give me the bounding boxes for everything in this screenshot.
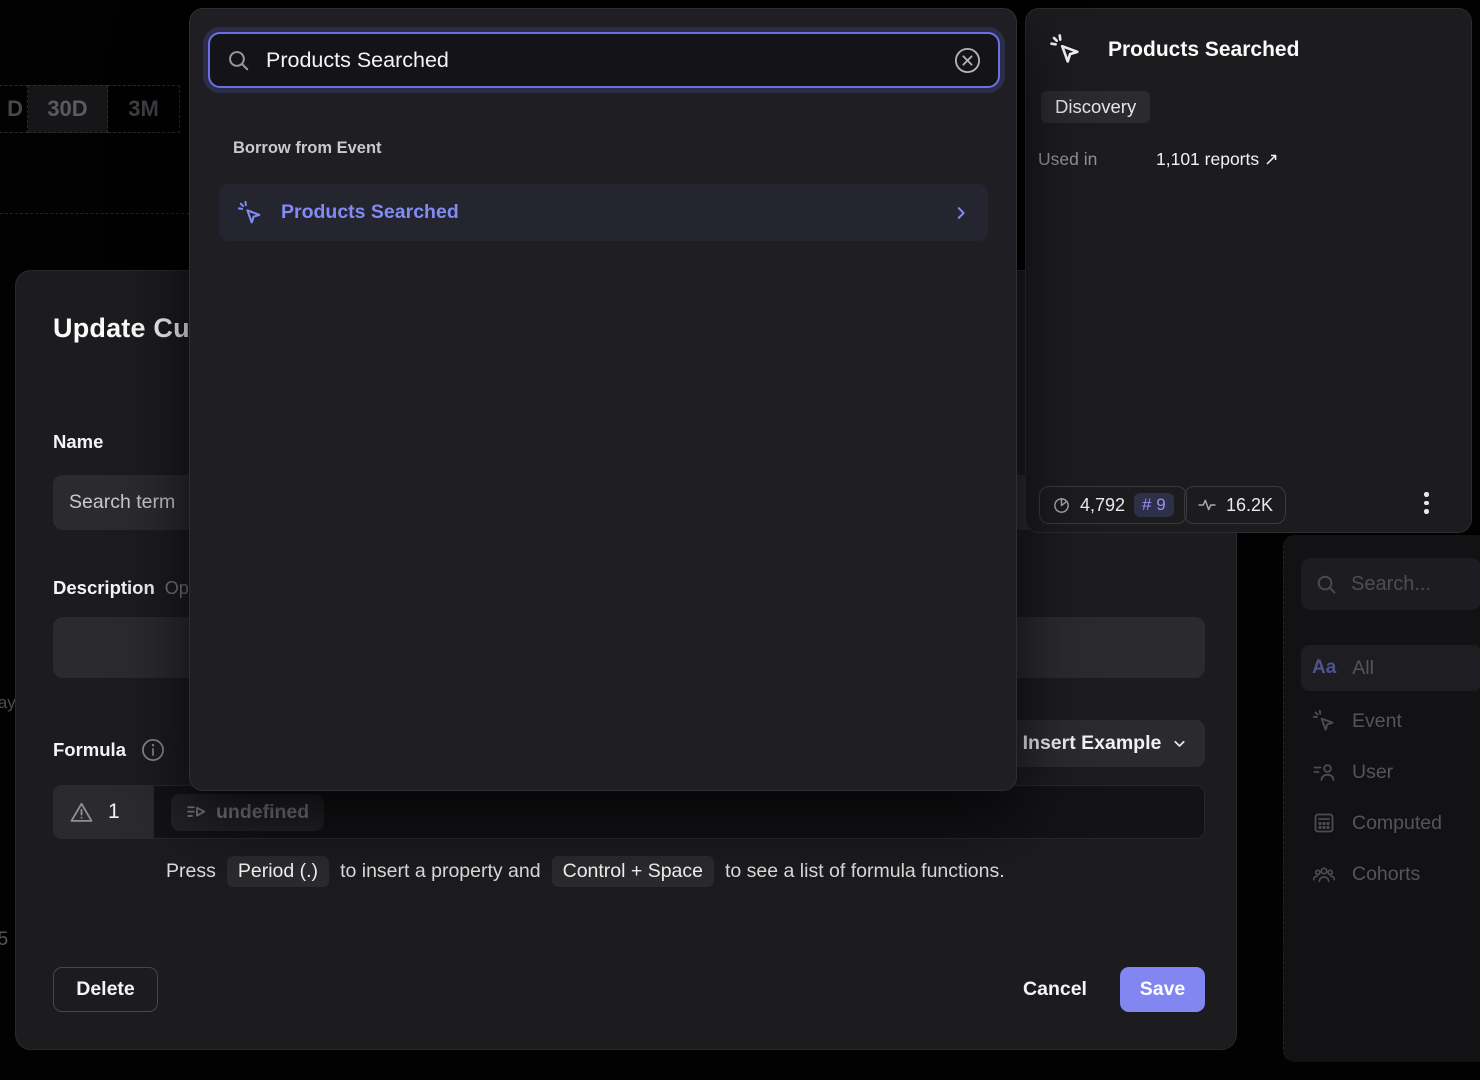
sidebar-filter-event[interactable]: Event: [1301, 698, 1480, 744]
used-in-count: 1,101 reports: [1156, 149, 1259, 169]
description-label: Description: [53, 577, 155, 598]
search-result-label: Products Searched: [281, 201, 934, 224]
hint-end: to see a list of formula functions.: [725, 860, 1005, 883]
search-icon: [226, 48, 251, 73]
event-info-card: Products Searched Discovery Used in 1,10…: [1025, 8, 1472, 533]
pie-chart-icon: [1052, 496, 1071, 515]
time-range-7d[interactable]: D: [0, 85, 28, 133]
more-options-button[interactable]: [1424, 492, 1429, 514]
event-volume-count: 16.2K: [1226, 495, 1273, 516]
formula-label: Formula: [53, 739, 126, 761]
sidebar-filter-computed[interactable]: Computed: [1301, 800, 1480, 846]
clear-search-icon[interactable]: [953, 46, 982, 75]
time-range-selector: D 30D 3M: [0, 85, 180, 133]
hint-press: Press: [166, 860, 216, 883]
info-icon[interactable]: [140, 737, 166, 763]
event-card-header: Products Searched: [1049, 33, 1299, 66]
formula-error-count: 1: [108, 800, 120, 824]
chevron-down-icon: [1171, 735, 1188, 752]
save-button[interactable]: Save: [1120, 967, 1205, 1012]
formula-chip-label: undefined: [216, 801, 309, 824]
borrow-from-event-label: Borrow from Event: [233, 139, 382, 158]
background-axis-fragment: 55: [0, 929, 8, 951]
event-card-title: Products Searched: [1108, 38, 1299, 62]
event-count-pill[interactable]: 4,792 # 9: [1039, 486, 1187, 524]
sidebar-filter-label: User: [1352, 761, 1393, 784]
used-in-label: Used in: [1038, 149, 1156, 170]
event-icon: [1049, 33, 1082, 66]
text-type-icon: Aa: [1312, 657, 1336, 679]
event-icon: [1312, 709, 1336, 733]
property-search-dropdown: Borrow from Event Products Searched: [189, 8, 1017, 791]
event-rank-badge: # 9: [1134, 493, 1174, 517]
sidebar-filter-label: Computed: [1352, 812, 1442, 835]
modal-title: Update Cu: [53, 313, 190, 344]
formula-input[interactable]: undefined: [153, 785, 1205, 839]
sidebar-filter-label: All: [1352, 657, 1374, 680]
insert-example-label: Insert Example: [1023, 732, 1162, 755]
used-in-row: Used in 1,101 reports ↗: [1038, 149, 1279, 170]
category-badge: Discovery: [1041, 91, 1150, 123]
event-total-count: 4,792: [1080, 495, 1125, 516]
kbd-period: Period (.): [227, 856, 329, 887]
search-icon: [1315, 573, 1338, 596]
background-text-fragment: lay: [0, 693, 16, 713]
formula-error-badge: 1: [53, 785, 153, 839]
formula-property-chip[interactable]: undefined: [171, 794, 324, 831]
external-link-arrow-icon: ↗: [1264, 149, 1279, 169]
sidebar-filter-label: Cohorts: [1352, 863, 1420, 886]
time-range-30d[interactable]: 30D: [28, 85, 108, 133]
warning-icon: [69, 800, 94, 825]
property-search-field[interactable]: [208, 32, 1000, 88]
insert-example-button[interactable]: Insert Example: [1006, 720, 1205, 767]
property-icon: [186, 802, 207, 823]
event-volume-pill[interactable]: 16.2K: [1184, 486, 1286, 524]
chevron-right-icon: [952, 204, 970, 222]
search-result-products-searched[interactable]: Products Searched: [219, 184, 988, 241]
cohorts-icon: [1312, 862, 1336, 886]
background-gridline: [0, 213, 189, 214]
delete-button[interactable]: Delete: [53, 967, 158, 1012]
formula-label-row: Formula: [53, 737, 166, 763]
sidebar-search-placeholder: Search...: [1351, 573, 1431, 596]
time-range-3m[interactable]: 3M: [108, 85, 180, 133]
sidebar-filter-user[interactable]: User: [1301, 749, 1480, 795]
calculator-icon: [1312, 811, 1336, 835]
hint-mid: to insert a property and: [340, 860, 541, 883]
search-input[interactable]: [266, 48, 938, 73]
event-icon: [237, 200, 263, 226]
sidebar-filter-cohorts[interactable]: Cohorts: [1301, 851, 1480, 897]
user-icon: [1312, 760, 1336, 784]
name-input-value: Search term: [69, 491, 175, 514]
screen: D 30D 3M lay 55 Update Cu Name Search te…: [0, 0, 1480, 1080]
sidebar-search-field[interactable]: Search...: [1301, 558, 1480, 610]
used-in-reports-link[interactable]: 1,101 reports ↗: [1156, 149, 1279, 170]
formula-hint: Press Period (.) to insert a property an…: [166, 856, 1005, 887]
cancel-button[interactable]: Cancel: [1010, 967, 1100, 1012]
name-label: Name: [53, 431, 103, 453]
activity-icon: [1197, 495, 1217, 515]
property-type-sidebar: Search... Aa All Event: [1283, 535, 1480, 1062]
sidebar-filter-label: Event: [1352, 710, 1402, 733]
sidebar-filter-all[interactable]: Aa All: [1301, 645, 1480, 691]
kbd-control-space: Control + Space: [552, 856, 714, 887]
